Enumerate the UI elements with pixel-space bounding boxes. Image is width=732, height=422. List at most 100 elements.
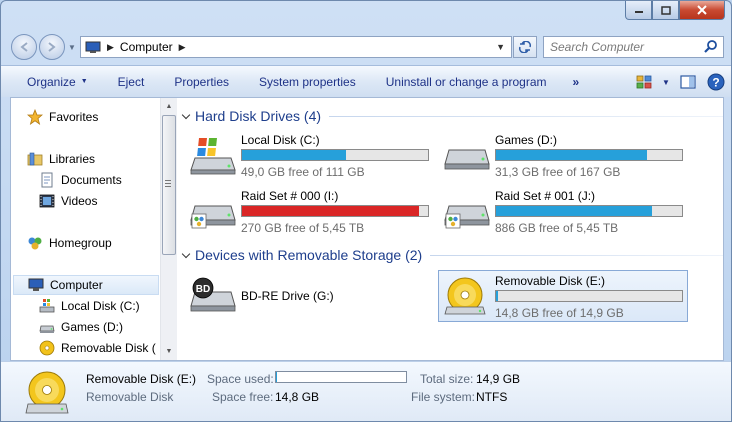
collapse-chevron-icon[interactable]: [181, 110, 191, 119]
back-button[interactable]: [11, 34, 37, 60]
breadcrumb-computer[interactable]: Computer: [120, 40, 173, 54]
details-pane: Removable Disk (E:) Removable Disk Space…: [1, 361, 731, 421]
close-button[interactable]: [679, 1, 725, 20]
drive-removable-disk-e[interactable]: Removable Disk (E:) 14,8 GB free of 14,9…: [438, 270, 688, 322]
videos-icon: [39, 193, 55, 209]
forward-button[interactable]: [39, 34, 65, 60]
scroll-up-icon[interactable]: ▲: [161, 98, 177, 115]
details-type: Removable Disk: [86, 390, 174, 404]
details-name: Removable Disk (E:): [86, 372, 197, 386]
drive-local-disk-c[interactable]: Local Disk (C:) 49,0 GB free of 111 GB: [185, 130, 435, 182]
svg-text:BD: BD: [196, 284, 210, 295]
view-options-dropdown[interactable]: ▼: [661, 71, 671, 93]
nav-homegroup[interactable]: Homegroup: [27, 233, 112, 253]
recent-pages-dropdown[interactable]: ▼: [68, 43, 76, 52]
caption-buttons: [625, 1, 725, 20]
breadcrumb-separator-icon[interactable]: ▶: [179, 42, 186, 53]
libraries-icon: [27, 151, 43, 167]
drive-raid-set-000-i[interactable]: Raid Set # 000 (I:) 270 GB free of 5,45 …: [185, 186, 435, 238]
address-bar[interactable]: ▶ Computer ▶ ▼: [80, 36, 512, 58]
drive-name: Removable Disk (E:): [495, 274, 606, 288]
drive-name: Local Disk (C:): [241, 133, 320, 147]
group-title: Devices with Removable Storage (2): [195, 247, 423, 263]
more-commands-button[interactable]: »: [562, 75, 591, 89]
nav-libraries-label: Libraries: [49, 152, 96, 166]
drive-free-text: 886 GB free of 5,45 TB: [495, 221, 619, 235]
nav-computer[interactable]: Computer: [13, 275, 159, 295]
properties-button[interactable]: Properties: [159, 70, 244, 94]
drive-name: Games (D:): [495, 133, 558, 147]
space-used-fill: [276, 372, 278, 382]
eject-button[interactable]: Eject: [103, 70, 160, 94]
drive-usage-fill: [496, 291, 498, 301]
change-view-button[interactable]: [633, 71, 655, 93]
main-area: Favorites Libraries Documents Videos Hom…: [10, 97, 724, 361]
nav-favorites-label: Favorites: [49, 110, 99, 124]
collapse-chevron-icon[interactable]: [181, 249, 191, 258]
group-hard-disk-drives[interactable]: Hard Disk Drives (4): [178, 108, 723, 124]
nav-favorites[interactable]: Favorites: [27, 107, 98, 127]
help-button[interactable]: ?: [705, 71, 727, 93]
drive-usage-bar: [241, 205, 429, 217]
drive-usage-fill: [496, 206, 653, 216]
removable-disk-icon: [444, 277, 486, 315]
nav-games[interactable]: Games (D:): [39, 317, 123, 337]
nav-videos[interactable]: Videos: [39, 191, 97, 211]
nav-games-label: Games (D:): [61, 320, 124, 334]
nav-libraries[interactable]: Libraries: [27, 149, 95, 169]
maximize-button[interactable]: [652, 1, 679, 20]
breadcrumb-separator-icon[interactable]: ▶: [107, 42, 114, 53]
address-dropdown-icon[interactable]: ▼: [496, 42, 505, 52]
removable-disk-icon: [39, 340, 55, 356]
organize-label: Organize: [27, 74, 76, 89]
system-properties-button[interactable]: System properties: [244, 70, 371, 94]
shared-drive-icon: [190, 205, 236, 229]
total-size-value: 14,9 GB: [476, 372, 521, 386]
homegroup-icon: [27, 235, 43, 251]
drive-usage-fill: [242, 150, 347, 160]
windows-drive-icon: [190, 138, 236, 175]
minimize-icon: [634, 11, 643, 13]
hard-drive-icon: [39, 319, 55, 335]
drive-games-d[interactable]: Games (D:) 31,3 GB free of 167 GB: [439, 130, 689, 182]
group-removable-storage[interactable]: Devices with Removable Storage (2): [178, 247, 723, 263]
minimize-button[interactable]: [625, 1, 652, 20]
navigation-pane: Favorites Libraries Documents Videos Hom…: [11, 98, 160, 360]
drive-raid-set-001-j[interactable]: Raid Set # 001 (J:) 886 GB free of 5,45 …: [439, 186, 689, 238]
forward-arrow-icon: [48, 42, 56, 52]
nav-local-disk[interactable]: Local Disk (C:): [39, 296, 140, 316]
removable-disk-icon: [25, 371, 69, 414]
refresh-icon: [518, 41, 532, 53]
view-controls: ▼ ?: [633, 71, 727, 93]
drive-bd-re-g[interactable]: BD BD-RE Drive (G:): [185, 270, 435, 322]
scroll-grip-icon: [165, 180, 171, 187]
space-free-label: Space free:: [212, 390, 274, 404]
group-title: Hard Disk Drives (4): [195, 108, 322, 124]
nav-videos-label: Videos: [61, 194, 98, 208]
scroll-down-icon[interactable]: ▼: [161, 343, 177, 360]
drive-name: BD-RE Drive (G:): [241, 289, 334, 303]
view-tiles-icon: [636, 75, 652, 89]
nav-homegroup-label: Homegroup: [49, 236, 112, 250]
search-icon[interactable]: [703, 39, 719, 55]
preview-pane-button[interactable]: [677, 71, 699, 93]
nav-documents-label: Documents: [61, 173, 122, 187]
uninstall-program-button[interactable]: Uninstall or change a program: [371, 70, 562, 94]
navigation-scrollbar[interactable]: ▲ ▼: [160, 98, 177, 360]
nav-computer-label: Computer: [50, 278, 103, 292]
back-arrow-icon: [20, 42, 28, 52]
nav-documents[interactable]: Documents: [39, 170, 122, 190]
drive-usage-bar: [495, 290, 683, 302]
system-properties-label: System properties: [259, 74, 356, 89]
organize-button[interactable]: Organize ▼: [1, 70, 103, 94]
search-input[interactable]: [544, 37, 699, 57]
refresh-button[interactable]: [513, 36, 537, 58]
drive-usage-bar: [495, 149, 683, 161]
nav-removable-disk[interactable]: Removable Disk (: [39, 338, 156, 358]
space-used-label: Space used:: [207, 372, 274, 386]
nav-local-disk-label: Local Disk (C:): [61, 299, 140, 313]
drive-usage-bar: [495, 205, 683, 217]
space-used-bar: [275, 371, 407, 383]
group-divider: [430, 254, 723, 256]
preview-pane-icon: [680, 75, 696, 89]
